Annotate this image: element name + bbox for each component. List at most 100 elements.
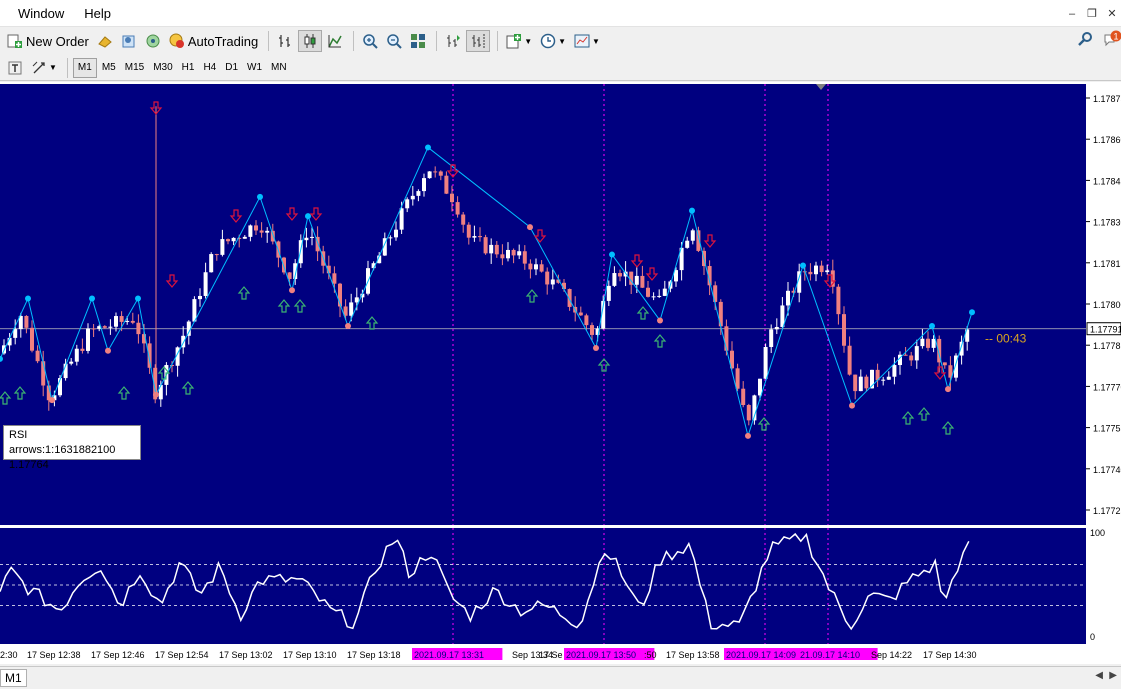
main-chart-panel[interactable]: [0, 84, 1086, 525]
gold-button[interactable]: [94, 30, 116, 52]
time-axis-label: 17 Sep 13:02: [219, 650, 273, 660]
bull-candle: [612, 273, 617, 286]
bull-candle: [265, 230, 270, 233]
swing-low-dot: [849, 402, 855, 409]
rsi-panel[interactable]: [0, 528, 1086, 644]
bar-chart-button[interactable]: [274, 30, 296, 52]
candle-chart-icon: [304, 34, 316, 48]
bear-candle: [270, 230, 275, 242]
chart-shift-icon: [472, 34, 485, 48]
timeframe-m15-button[interactable]: M15: [121, 58, 148, 78]
highlighted-date-label: 2021.09.17 14:09: [726, 650, 796, 660]
toolbar-separator: [353, 31, 355, 51]
timeframe-w1-button[interactable]: W1: [243, 58, 266, 78]
bull-candle: [108, 326, 113, 328]
bull-candle: [886, 376, 891, 380]
periods-button[interactable]: ▼: [537, 30, 569, 52]
bear-candle: [254, 225, 258, 231]
price-tick-label: 1.17755: [1093, 424, 1121, 434]
bull-candle: [399, 208, 404, 230]
close-icon[interactable]: ✕: [1103, 6, 1121, 22]
swing-low-dot: [153, 391, 159, 398]
bull-candle: [310, 236, 314, 238]
bear-candle: [136, 322, 141, 335]
price-chart[interactable]: -- 00:43 1.17875 1.17860 1.17845 1.17830 1.1…: [0, 82, 1121, 664]
toolbar-separator: [268, 31, 270, 51]
notification-button[interactable]: 1: [1103, 30, 1121, 50]
autoscroll-button[interactable]: [442, 30, 464, 52]
bear-candle: [433, 171, 438, 173]
bear-candle: [511, 249, 516, 256]
chart-tab-m1[interactable]: M1: [0, 669, 27, 687]
standard-toolbar: New Order AutoTrading ▼ ▼ ▼ 1: [0, 27, 1121, 55]
chevron-down-icon: ▼: [524, 36, 533, 46]
bear-candle: [483, 237, 488, 254]
chart-window[interactable]: -- 00:43 1.17875 1.17860 1.17845 1.17830 1.1…: [0, 82, 1121, 664]
swing-high-dot: [305, 213, 311, 220]
zoom-in-icon: [363, 34, 378, 49]
menu-help[interactable]: Help: [74, 6, 121, 21]
swing-low-dot: [657, 317, 663, 324]
bear-candle: [590, 325, 594, 335]
templates-button[interactable]: ▼: [571, 30, 603, 52]
signals-button[interactable]: [142, 30, 164, 52]
bull-candle: [814, 265, 818, 275]
menu-window[interactable]: Window: [0, 6, 74, 21]
notification-icon: 1: [1104, 30, 1121, 47]
autotrading-button[interactable]: AutoTrading: [166, 30, 261, 52]
price-tick-label: 1.17740: [1093, 465, 1121, 475]
tile-windows-button[interactable]: [407, 30, 429, 52]
line-chart-button[interactable]: [324, 30, 346, 52]
crosshair-tool-icon: [32, 61, 45, 73]
bear-candle: [836, 286, 841, 315]
bull-candle: [242, 236, 247, 239]
timeframe-m5-button[interactable]: M5: [98, 58, 120, 78]
toolbar-separator: [436, 31, 438, 51]
timeframes-toolbar: ▼ M1 M5 M15 M30 H1 H4 D1 W1 MN: [0, 55, 1121, 81]
bear-candle: [450, 193, 454, 203]
highlighted-date-label: 21.09.17 14:10: [800, 650, 860, 660]
timeframe-h4-button[interactable]: H4: [199, 58, 220, 78]
restore-icon[interactable]: ❐: [1083, 6, 1101, 22]
bear-candle: [130, 320, 135, 323]
search-button[interactable]: [1077, 31, 1093, 50]
periods-icon: [540, 33, 556, 49]
zoom-out-button[interactable]: [383, 30, 405, 52]
price-tick-label: 1.17725: [1093, 506, 1121, 516]
swing-low-dot: [289, 287, 295, 294]
timeframe-mn-button[interactable]: MN: [267, 58, 291, 78]
chart-shift-button[interactable]: [466, 30, 491, 52]
bear-candle: [30, 327, 34, 351]
new-order-button[interactable]: New Order: [4, 30, 92, 52]
minimize-icon[interactable]: –: [1063, 6, 1081, 22]
zoom-in-button[interactable]: [359, 30, 381, 52]
bull-candle: [786, 290, 790, 306]
timeframe-m30-button[interactable]: M30: [149, 58, 176, 78]
bear-candle: [478, 236, 482, 238]
bear-candle: [819, 265, 824, 273]
tooltip-value: 1.17764: [9, 459, 49, 471]
timeframe-m1-button[interactable]: M1: [72, 57, 97, 78]
bull-candle: [657, 295, 662, 297]
scroll-left-icon[interactable]: ◀: [1095, 670, 1103, 681]
price-tick-label: 1.17815: [1093, 259, 1121, 269]
bull-candle: [881, 379, 886, 381]
notification-count: 1: [1113, 32, 1118, 42]
timeframe-d1-button[interactable]: D1: [221, 58, 242, 78]
indicators-button[interactable]: ▼: [503, 30, 535, 52]
bear-candle: [746, 405, 751, 421]
history-button[interactable]: [118, 30, 140, 52]
bear-candle: [91, 328, 96, 330]
scroll-right-icon[interactable]: ▶: [1109, 670, 1117, 681]
text-tool-button[interactable]: [4, 57, 26, 79]
timeframe-h1-button[interactable]: H1: [178, 58, 199, 78]
autotrading-label: AutoTrading: [187, 33, 259, 49]
bull-candle: [13, 329, 18, 338]
time-axis-label: 17 Se: [539, 650, 563, 660]
bear-candle: [466, 224, 471, 238]
candle-chart-button[interactable]: [298, 30, 323, 52]
time-axis-label: 17 Sep 13:58: [666, 650, 720, 660]
bull-candle: [114, 316, 118, 327]
bull-candle: [489, 244, 494, 254]
crosshair-tool-button[interactable]: ▼: [28, 57, 60, 79]
